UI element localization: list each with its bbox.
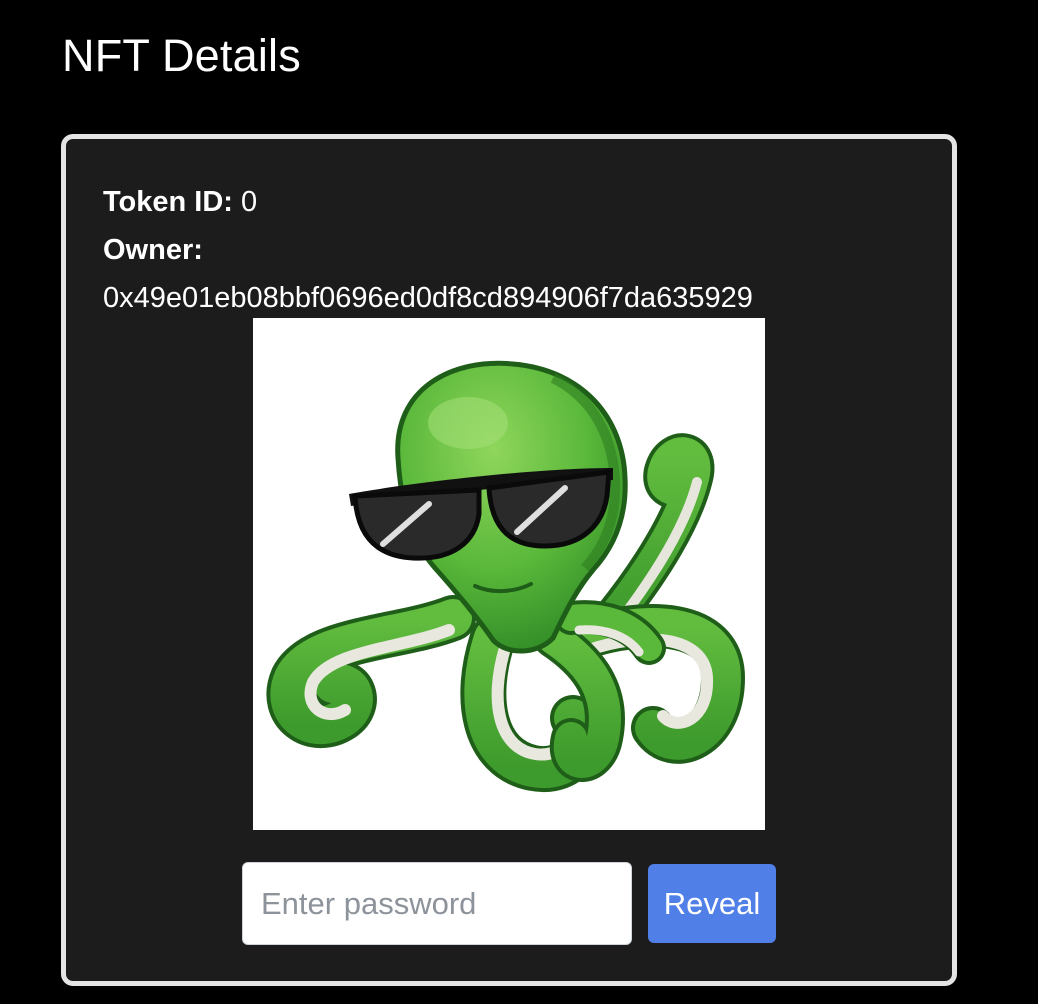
token-id-row: Token ID: 0 [103,184,257,220]
token-id-value: 0 [241,186,258,218]
nft-image [253,318,765,830]
reveal-button[interactable]: Reveal [648,864,776,943]
password-input[interactable] [242,862,632,945]
token-id-label: Token ID: [103,186,233,218]
owner-label-text: Owner: [103,234,203,266]
owner-address: 0x49e01eb08bbf0696ed0df8cd894906f7da6359… [103,282,753,314]
nft-card: Token ID: 0 Owner: 0x49e01eb08bbf0696ed0… [61,134,957,986]
nft-details-page: NFT Details Token ID: 0 Owner: 0x49e01eb… [0,0,1038,1004]
page-title: NFT Details [62,30,301,81]
tentacle-left [266,595,476,749]
owner-label: Owner: [103,232,203,268]
octopus-illustration [266,360,746,792]
